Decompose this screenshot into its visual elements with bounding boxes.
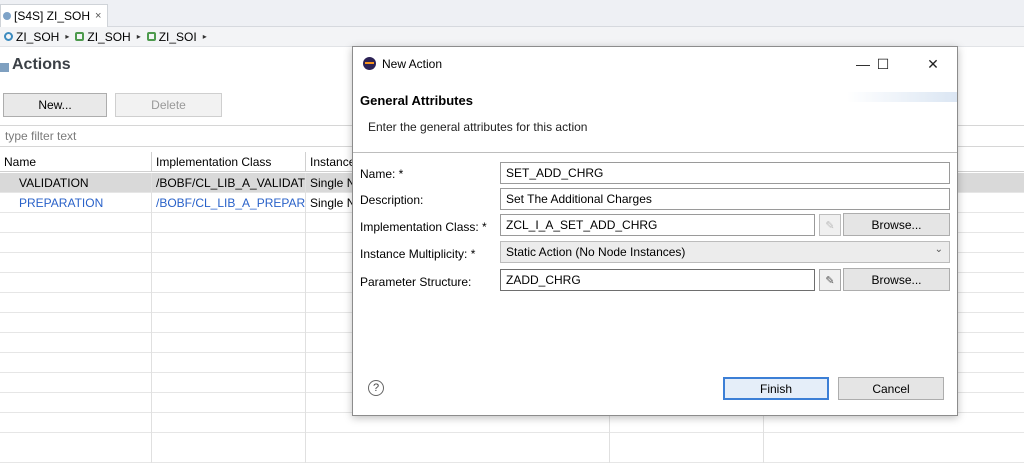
editor-tab[interactable]: [S4S] ZI_SOH × bbox=[0, 4, 109, 27]
breadcrumb-item-subnode[interactable]: ZI_SOI bbox=[146, 30, 197, 44]
description-field[interactable]: Set The Additional Charges bbox=[500, 188, 950, 210]
actions-icon bbox=[0, 62, 9, 72]
banner-subtitle: Enter the general attributes for this ac… bbox=[368, 120, 588, 134]
delete-button[interactable]: Delete bbox=[115, 93, 222, 117]
eclipse-icon bbox=[363, 57, 376, 70]
table-row bbox=[0, 413, 1024, 433]
breadcrumb: ZI_SOH ▸ ZI_SOH ▸ ZI_SOI ▸ bbox=[0, 27, 1024, 47]
wizard-banner: General Attributes Enter the general att… bbox=[353, 80, 957, 153]
breadcrumb-item-root[interactable]: ZI_SOH bbox=[4, 30, 59, 44]
cell-name: VALIDATION bbox=[0, 173, 152, 193]
impl-class-field[interactable]: ZCL_I_A_SET_ADD_CHRG bbox=[500, 214, 815, 236]
name-label: Name: * bbox=[360, 167, 404, 181]
banner-title: General Attributes bbox=[360, 93, 473, 108]
node-icon bbox=[146, 32, 156, 41]
new-action-dialog: New Action — ☐ ✕ General Attributes Ente… bbox=[352, 46, 958, 416]
breadcrumb-item-node[interactable]: ZI_SOH bbox=[75, 30, 131, 44]
dialog-title: New Action bbox=[382, 57, 443, 71]
business-object-icon bbox=[4, 32, 13, 41]
chevron-down-icon: ⌄ bbox=[934, 244, 943, 255]
banner-decoration bbox=[847, 92, 957, 102]
editor-tab-label: [S4S] ZI_SOH bbox=[14, 9, 91, 23]
new-button[interactable]: New... bbox=[3, 93, 107, 117]
chevron-right-icon[interactable]: ▸ bbox=[137, 32, 141, 41]
cancel-button[interactable]: Cancel bbox=[838, 377, 944, 400]
browse-param-structure-button[interactable]: Browse... bbox=[843, 268, 950, 291]
cell-impl-class: /BOBF/CL_LIB_A_PREPARAT bbox=[152, 193, 306, 213]
node-icon bbox=[75, 32, 85, 41]
wand-icon[interactable]: ✎ bbox=[819, 269, 841, 291]
chevron-right-icon[interactable]: ▸ bbox=[65, 32, 69, 41]
finish-button[interactable]: Finish bbox=[723, 377, 829, 400]
maximize-button[interactable]: ☐ bbox=[863, 53, 903, 75]
section-title: Actions bbox=[0, 54, 71, 76]
description-label: Description: bbox=[360, 193, 424, 207]
multiplicity-label: Instance Multiplicity: * bbox=[360, 247, 476, 261]
name-field[interactable]: SET_ADD_CHRG bbox=[500, 162, 950, 184]
param-structure-field[interactable]: ZADD_CHRG bbox=[500, 269, 815, 291]
dialog-titlebar[interactable]: New Action — ☐ ✕ bbox=[353, 47, 957, 80]
multiplicity-select[interactable]: Static Action (No Node Instances) ⌄ bbox=[500, 241, 950, 263]
table-row bbox=[0, 433, 1024, 463]
close-icon[interactable]: × bbox=[95, 10, 101, 22]
param-structure-label: Parameter Structure: bbox=[360, 275, 472, 289]
column-header-name[interactable]: Name bbox=[0, 152, 152, 172]
wand-icon[interactable]: ✎ bbox=[819, 214, 841, 236]
chevron-right-icon[interactable]: ▸ bbox=[203, 32, 207, 41]
impl-class-label: Implementation Class: * bbox=[360, 220, 487, 234]
browse-impl-class-button[interactable]: Browse... bbox=[843, 213, 950, 236]
column-header-impl-class[interactable]: Implementation Class bbox=[152, 152, 306, 172]
help-icon[interactable]: ? bbox=[368, 380, 384, 396]
cell-impl-class: /BOBF/CL_LIB_A_VALIDATIO bbox=[152, 173, 306, 193]
editor-tab-bar: [S4S] ZI_SOH × bbox=[0, 0, 1024, 27]
footer-separator bbox=[353, 353, 957, 354]
cell-name: PREPARATION bbox=[0, 193, 152, 213]
business-object-icon bbox=[3, 12, 11, 20]
close-button[interactable]: ✕ bbox=[913, 53, 953, 75]
